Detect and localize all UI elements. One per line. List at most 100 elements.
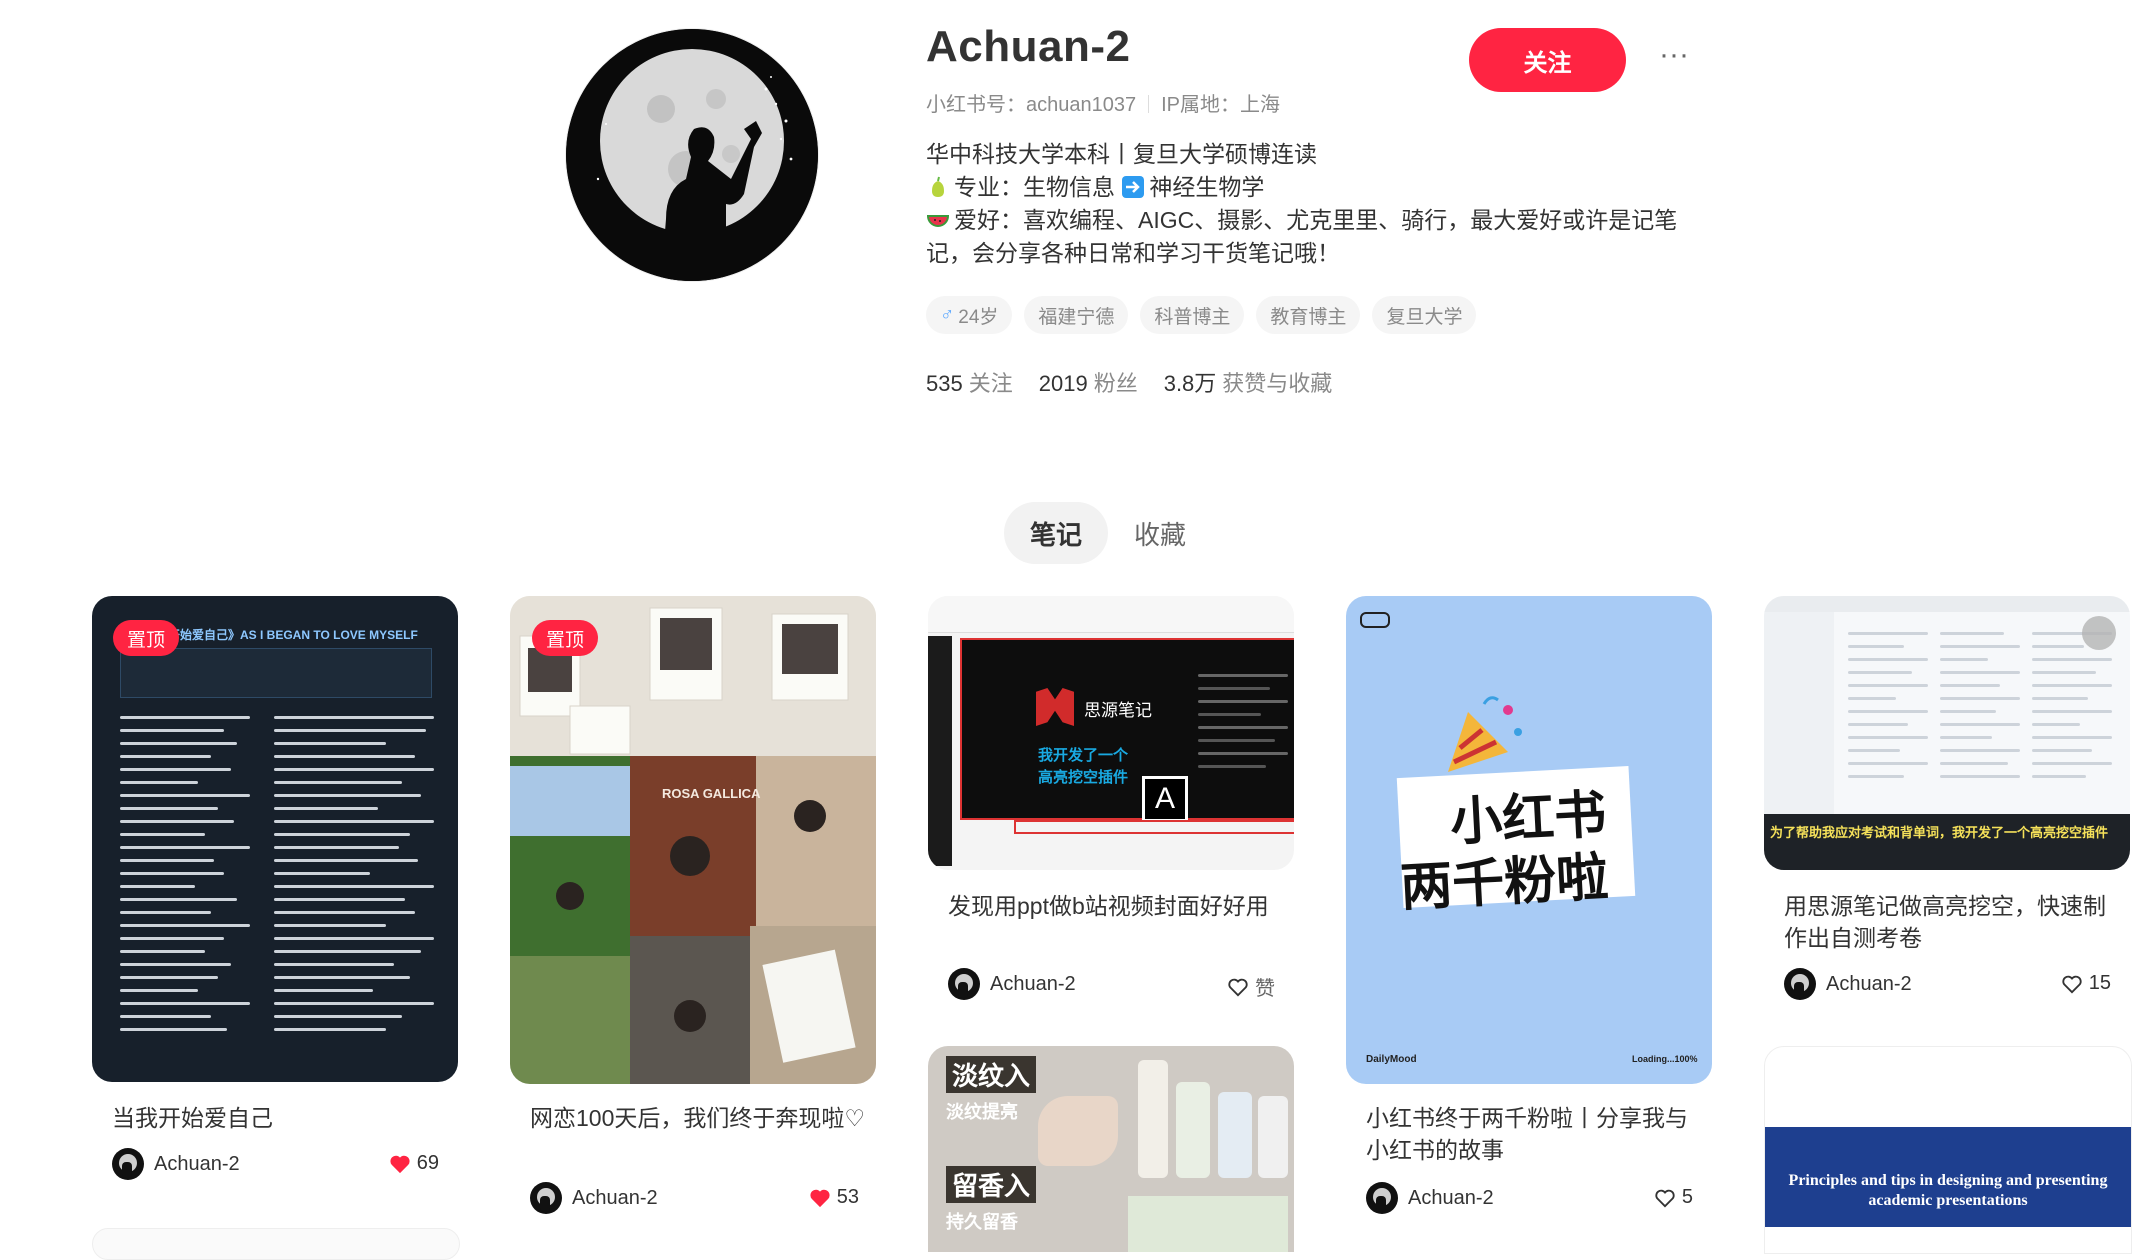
tag-age: ♂ 24岁 xyxy=(926,296,1013,334)
author-avatar xyxy=(948,968,980,1000)
heart-outline-icon xyxy=(1228,978,1248,996)
cover-text: Principles and tips in designing and pre… xyxy=(1788,1172,2108,1209)
cover-label-1: 淡纹入 xyxy=(946,1056,1037,1093)
cover-text: ROSA GALLICA xyxy=(662,786,761,801)
tab-collections[interactable]: 收藏 xyxy=(1115,502,1205,564)
heart-outline-icon xyxy=(1655,1189,1675,1207)
avatar-moon-image xyxy=(566,29,818,281)
cover-table-lines xyxy=(1198,674,1288,778)
cover-text-lines-left xyxy=(120,716,250,1041)
cover-photo-collage xyxy=(510,596,876,1084)
author-name: Achuan-2 xyxy=(154,1152,240,1175)
note-cover[interactable] xyxy=(92,1228,460,1260)
cover-product xyxy=(1128,1196,1288,1252)
heart-filled-icon xyxy=(390,1155,410,1173)
bio-line-hobby: 爱好：喜欢编程、AIGC、摄影、尤克里里、骑行，最大爱好或许是记笔记，会分享各种… xyxy=(926,204,1696,270)
profile-username: Achuan-2 xyxy=(926,22,1131,71)
note-author[interactable]: Achuan-2 xyxy=(948,968,1076,1000)
like-button[interactable]: 69 xyxy=(389,1152,439,1175)
play-icon xyxy=(2082,616,2116,650)
arrow-right-icon xyxy=(1122,176,1145,198)
tag-school: 复旦大学 xyxy=(1372,296,1477,334)
note-author[interactable]: Achuan-2 xyxy=(1366,1182,1494,1214)
note-cover[interactable]: 《当我开始爱自己》AS I BEGAN TO LOVE MYSELF xyxy=(92,596,458,1082)
like-count: 69 xyxy=(416,1152,439,1174)
meta-divider xyxy=(1148,95,1150,113)
like-count: 53 xyxy=(836,1186,859,1208)
cover-highlight-bar xyxy=(1014,820,1294,834)
cover-quote-box xyxy=(120,648,432,698)
bio-line-major: 专业：生物信息 神经生物学 xyxy=(926,171,1696,204)
note-cover[interactable]: 为了帮助我应对考试和背单词，我开发了一个高亮挖空插件 xyxy=(1764,596,2130,870)
like-button[interactable]: 15 xyxy=(2061,972,2111,995)
note-author[interactable]: Achuan-2 xyxy=(530,1182,658,1214)
like-count: 赞 xyxy=(1255,978,1275,1000)
cover-caption: 为了帮助我应对考试和背单词，我开发了一个高亮挖空插件 xyxy=(1770,825,2109,840)
note-title[interactable]: 当我开始爱自己 xyxy=(112,1102,462,1134)
watermelon-icon xyxy=(926,215,950,227)
profile-meta: 小红书号：achuan1037 IP属地：上海 xyxy=(926,88,1280,117)
note-title[interactable]: 小红书终于两千粉啦丨分享我与小红书的故事 xyxy=(1366,1102,1706,1166)
cover-table-lines xyxy=(1940,632,2020,788)
note-cover[interactable]: 思源笔记 我开发了一个 高亮挖空插件 A xyxy=(928,596,1294,870)
note-title[interactable]: 发现用ppt做b站视频封面好好用 xyxy=(948,890,1288,922)
pinned-badge: 置顶 xyxy=(113,620,179,656)
note-cover[interactable]: Principles and tips in designing and pre… xyxy=(1764,1046,2132,1254)
author-name: Achuan-2 xyxy=(572,1186,658,1209)
profile-stats: 535 关注 2019 粉丝 3.8万 获赞与收藏 xyxy=(926,366,1332,398)
cover-label-3: 留香入 xyxy=(946,1166,1037,1203)
like-count: 5 xyxy=(1681,1186,1693,1208)
stat-likes[interactable]: 3.8万 获赞与收藏 xyxy=(1164,366,1333,398)
author-name: Achuan-2 xyxy=(990,972,1076,995)
cover-label-4: 持久留香 xyxy=(946,1212,1018,1232)
note-author[interactable]: Achuan-2 xyxy=(1784,968,1912,1000)
cover-toolbar xyxy=(1764,596,2130,612)
cover-line1: 我开发了一个 xyxy=(1038,747,1129,764)
profile-tags: ♂ 24岁 福建宁德 科普博主 教育博主 复旦大学 xyxy=(926,296,1477,334)
ip-location: IP属地：上海 xyxy=(1161,94,1281,116)
like-button[interactable]: 5 xyxy=(1654,1186,1693,1209)
cover-line2: 两千粉啦 xyxy=(1398,848,1610,918)
cover-line2: 高亮挖空插件 xyxy=(1038,769,1129,786)
author-avatar xyxy=(530,1182,562,1214)
cover-footer-right: Loading...100% xyxy=(1632,1054,1698,1064)
stat-followers[interactable]: 2019 粉丝 xyxy=(1039,366,1138,398)
profile-avatar[interactable] xyxy=(565,28,819,282)
tab-notes[interactable]: 笔记 xyxy=(1004,502,1108,564)
heart-filled-icon xyxy=(810,1189,830,1207)
party-popper-icon xyxy=(1448,696,1522,772)
tag-category: 教育博主 xyxy=(1256,296,1361,334)
cover-sidebar xyxy=(1764,612,1834,842)
cover-product xyxy=(1176,1082,1210,1178)
pear-icon xyxy=(932,176,944,197)
cover-label-2: 淡纹提亮 xyxy=(946,1102,1018,1122)
follow-button[interactable]: 关注 xyxy=(1469,28,1626,92)
cover-product xyxy=(1138,1060,1168,1178)
profile-bio: 华中科技大学本科丨复旦大学硕博连读 专业：生物信息 神经生物学 爱好：喜欢编程、… xyxy=(926,138,1696,270)
author-avatar xyxy=(112,1148,144,1180)
cover-product xyxy=(1218,1092,1252,1178)
author-name: Achuan-2 xyxy=(1826,972,1912,995)
like-button[interactable]: 赞 xyxy=(1227,972,1275,1001)
note-title[interactable]: 网恋100天后，我们终于奔现啦♡ xyxy=(530,1102,870,1134)
cover-text-lines-right xyxy=(274,716,434,1041)
pinned-badge: 置顶 xyxy=(532,620,598,656)
author-name: Achuan-2 xyxy=(1408,1186,1494,1209)
author-avatar xyxy=(1784,968,1816,1000)
note-title[interactable]: 用思源笔记做高亮挖空，快速制作出自测考卷 xyxy=(1784,890,2124,954)
font-tool-icon: A xyxy=(1142,776,1188,822)
like-button[interactable]: 53 xyxy=(809,1186,859,1209)
note-cover[interactable]: ROSA GALLICA xyxy=(510,596,876,1084)
more-options-icon[interactable]: ··· xyxy=(1656,38,1692,78)
cover-product xyxy=(1258,1096,1288,1178)
author-avatar xyxy=(1366,1182,1398,1214)
note-cover[interactable]: 淡纹入 淡纹提亮 留香入 持久留香 xyxy=(928,1046,1294,1252)
cover-brand: 思源笔记 xyxy=(1084,701,1152,720)
stat-following[interactable]: 535 关注 xyxy=(926,366,1013,398)
cover-hand xyxy=(1038,1096,1118,1166)
note-author[interactable]: Achuan-2 xyxy=(112,1148,240,1180)
cover-camera-icon xyxy=(1360,612,1390,628)
bio-line-education: 华中科技大学本科丨复旦大学硕博连读 xyxy=(926,141,1317,167)
cover-footer-left: DailyMood xyxy=(1366,1054,1417,1065)
note-cover[interactable]: 小红书 两千粉啦 DailyMood Loading...100% xyxy=(1346,596,1712,1084)
